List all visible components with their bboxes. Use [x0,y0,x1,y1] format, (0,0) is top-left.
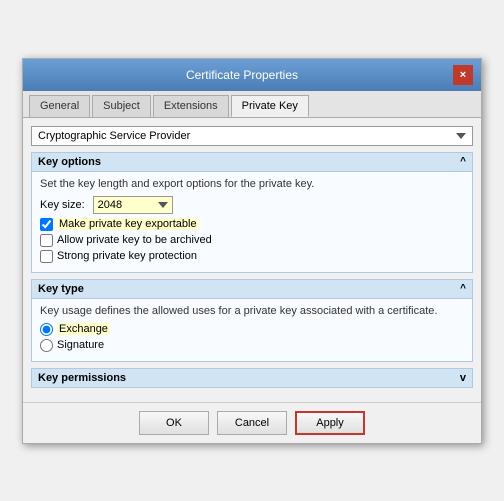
checkbox-archive-label: Allow private key to be archived [57,234,212,246]
key-options-section: Key options ^ Set the key length and exp… [31,152,473,273]
provider-dropdown[interactable]: Cryptographic Service Provider [31,126,473,146]
key-options-chevron: ^ [460,156,466,167]
key-permissions-section: Key permissions v [31,368,473,388]
radio-signature-row: Signature [40,339,464,352]
close-button[interactable]: × [453,65,473,85]
cancel-button[interactable]: Cancel [217,411,287,435]
radio-signature-label: Signature [57,339,104,351]
key-size-row: Key size: 512102420484096 [40,196,464,214]
apply-button[interactable]: Apply [295,411,365,435]
title-bar: Certificate Properties × [23,59,481,91]
tab-private-key[interactable]: Private Key [231,95,309,117]
radio-exchange[interactable] [40,323,53,336]
key-type-chevron: ^ [460,283,466,294]
key-options-body: Set the key length and export options fo… [32,172,472,272]
checkbox-exportable-label: Make private key exportable [57,218,199,230]
checkbox-archive-row: Allow private key to be archived [40,234,464,247]
ok-button[interactable]: OK [139,411,209,435]
key-permissions-header[interactable]: Key permissions v [32,369,472,387]
dialog-footer: OK Cancel Apply [23,402,481,443]
key-type-section: Key type ^ Key usage defines the allowed… [31,279,473,362]
checkbox-strong[interactable] [40,250,53,263]
checkbox-strong-row: Strong private key protection [40,250,464,263]
checkbox-strong-label: Strong private key protection [57,250,197,262]
checkbox-archive[interactable] [40,234,53,247]
provider-dropdown-row: Cryptographic Service Provider [31,126,473,146]
checkbox-exportable[interactable] [40,218,53,231]
certificate-properties-dialog: Certificate Properties × General Subject… [22,58,482,444]
tab-subject[interactable]: Subject [92,95,151,117]
key-options-label: Key options [38,156,101,168]
key-size-dropdown[interactable]: 512102420484096 [93,196,173,214]
tab-general[interactable]: General [29,95,90,117]
key-permissions-label: Key permissions [38,372,126,384]
key-type-desc: Key usage defines the allowed uses for a… [40,305,464,317]
key-type-label: Key type [38,283,84,295]
radio-exchange-label: Exchange [57,323,110,335]
key-type-header[interactable]: Key type ^ [32,280,472,299]
key-permissions-chevron: v [460,372,466,384]
radio-signature[interactable] [40,339,53,352]
dialog-content: Cryptographic Service Provider Key optio… [23,118,481,402]
key-options-desc: Set the key length and export options fo… [40,178,464,190]
key-type-body: Key usage defines the allowed uses for a… [32,299,472,361]
radio-exchange-row: Exchange [40,323,464,336]
tab-extensions[interactable]: Extensions [153,95,229,117]
tab-bar: General Subject Extensions Private Key [23,91,481,118]
dialog-title: Certificate Properties [31,68,453,82]
checkbox-exportable-row: Make private key exportable [40,218,464,231]
key-options-header[interactable]: Key options ^ [32,153,472,172]
key-size-label: Key size: [40,199,85,211]
